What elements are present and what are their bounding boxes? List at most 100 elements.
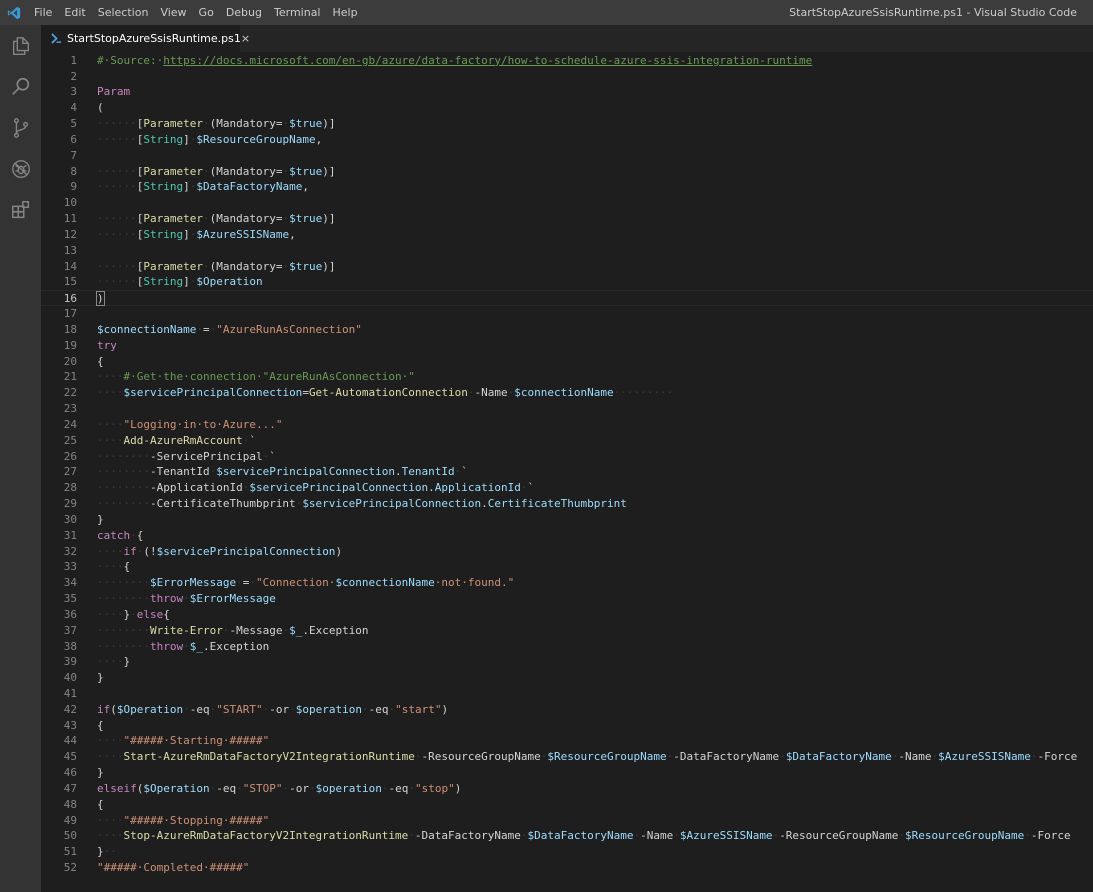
code-line[interactable]: 48 {: [41, 797, 1093, 813]
line-number: 1: [70, 53, 77, 67]
search-icon[interactable]: [0, 66, 41, 107]
menu-go[interactable]: Go: [193, 0, 220, 25]
menu-help[interactable]: Help: [327, 0, 364, 25]
menu-edit[interactable]: Edit: [58, 0, 91, 25]
code-line[interactable]: 34 ········$ErrorMessage·=·"Connection·$c…: [41, 575, 1093, 591]
code-line[interactable]: 25 ····Add-AzureRmAccount·`: [41, 433, 1093, 449]
line-text: ····#·Get·the·connection·"AzureRunAsConn…: [97, 369, 415, 385]
code-line[interactable]: 28 ········-ApplicationId·$servicePrincip…: [41, 480, 1093, 496]
line-number: 39: [63, 655, 77, 669]
code-token: ·········: [613, 386, 674, 400]
code-token: `: [269, 449, 276, 463]
code-token: ·: [414, 750, 422, 764]
code-line[interactable]: 30}: [41, 512, 1093, 528]
code-token: -DataFactoryName: [414, 829, 521, 843]
menu-view[interactable]: View: [154, 0, 192, 25]
code-line[interactable]: 27 ········-TenantId·$servicePrincipalCon…: [41, 464, 1093, 480]
code-line[interactable]: 10: [41, 195, 1093, 211]
code-line[interactable]: 16): [41, 290, 1093, 307]
code-line[interactable]: 15 ······[String]·$Operation: [41, 274, 1093, 290]
menu-selection[interactable]: Selection: [92, 0, 155, 25]
line-text: (: [97, 100, 104, 116]
close-icon[interactable]: ×: [241, 32, 250, 45]
code-line[interactable]: 33 ····{: [41, 559, 1093, 575]
code-line[interactable]: 51}··: [41, 844, 1093, 860]
code-line[interactable]: 22 ····$servicePrincipalConnection=Get-Au…: [41, 385, 1093, 401]
code-line[interactable]: 5 ······[Parameter·(Mandatory=·$true)]: [41, 116, 1093, 132]
code-line[interactable]: 8 ······[Parameter·(Mandatory=·$true)]: [41, 164, 1093, 180]
code-line[interactable]: 11 ······[Parameter·(Mandatory=·$true)]: [41, 211, 1093, 227]
code-token: -eq: [216, 781, 237, 795]
code-line[interactable]: 29 ········-CertificateThumbprint·$servic…: [41, 496, 1093, 512]
code-line[interactable]: 21 ····#·Get·the·connection·"AzureRunAsCo…: [41, 369, 1093, 385]
code-line[interactable]: 23: [41, 401, 1093, 417]
code-line[interactable]: 37 ········Write-Error·-Message·$_.Except…: [41, 623, 1093, 639]
menu-terminal[interactable]: Terminal: [268, 0, 327, 25]
code-token: $true: [289, 259, 323, 273]
code-line[interactable]: 13: [41, 243, 1093, 259]
code-line[interactable]: 43 {: [41, 718, 1093, 734]
code-editor[interactable]: 1 #·Source:·https://docs.microsoft.com/en…: [41, 52, 1093, 892]
code-token: -eq: [388, 781, 409, 795]
tab-startstopazuressisruntime[interactable]: StartStopAzureSsisRuntime.ps1 ×: [41, 25, 250, 52]
code-line[interactable]: 9 ······[String]·$DataFactoryName,: [41, 179, 1093, 195]
code-line[interactable]: 40}: [41, 670, 1093, 686]
code-line[interactable]: 4(: [41, 100, 1093, 116]
code-line[interactable]: 6 ······[String]·$ResourceGroupName,: [41, 132, 1093, 148]
code-line[interactable]: 41: [41, 686, 1093, 702]
code-token: else: [136, 607, 164, 621]
code-line[interactable]: 24 ····"Logging·in·to·Azure...": [41, 417, 1093, 433]
code-line[interactable]: 2: [41, 69, 1093, 85]
code-token: $AzureSSISName: [679, 829, 773, 843]
debug-icon[interactable]: [0, 148, 41, 189]
code-line[interactable]: 45 ····Start-AzureRmDataFactoryV2Integrat…: [41, 749, 1093, 765]
line-number: 36: [63, 607, 77, 621]
code-line[interactable]: 18 $connectionName·=·"AzureRunAsConnectio…: [41, 322, 1093, 338]
code-token: ·: [236, 781, 243, 795]
line-text: ····if·(!$servicePrincipalConnection): [97, 544, 342, 560]
line-number: 22: [63, 386, 77, 400]
code-token: -TenantId: [149, 465, 210, 479]
code-token: ····: [97, 750, 124, 764]
code-line[interactable]: 20 {: [41, 354, 1093, 370]
code-line[interactable]: 39 ····}: [41, 654, 1093, 670]
code-line[interactable]: 49 ····"#####·Stopping·#####": [41, 813, 1093, 829]
extensions-icon[interactable]: [0, 189, 41, 230]
code-line[interactable]: 50 ····Stop-AzureRmDataFactoryV2Integrati…: [41, 828, 1093, 844]
line-number: 40: [63, 671, 77, 685]
line-text: ····}·else{: [97, 607, 170, 623]
code-line[interactable]: 14 ······[Parameter·(Mandatory=·$true)]: [41, 259, 1093, 275]
line-text: ······[String]·$Operation: [97, 274, 263, 290]
code-line[interactable]: 17: [41, 306, 1093, 322]
code-line[interactable]: 44 ····"#####·Starting·#####": [41, 733, 1093, 749]
menu-debug[interactable]: Debug: [220, 0, 268, 25]
code-token: Get-AutomationConnection: [308, 386, 468, 400]
code-line[interactable]: 12 ······[String]·$AzureSSISName,: [41, 227, 1093, 243]
code-line[interactable]: 35 ········throw·$ErrorMessage: [41, 591, 1093, 607]
menu-file[interactable]: File: [28, 0, 58, 25]
code-line[interactable]: 52 "#####·Completed·#####": [41, 860, 1093, 876]
code-line[interactable]: 26 ········-ServicePrincipal·`: [41, 449, 1093, 465]
code-line[interactable]: 38 ········throw·$_.Exception: [41, 639, 1093, 655]
code-line[interactable]: 1 #·Source:·https://docs.microsoft.com/en…: [41, 53, 1093, 69]
code-token: }: [123, 655, 131, 669]
code-token: ·: [202, 164, 210, 178]
code-line[interactable]: 19 try: [41, 338, 1093, 354]
explorer-icon[interactable]: [0, 25, 41, 66]
line-number: 42: [63, 702, 77, 716]
code-token: ······: [97, 259, 137, 273]
code-line[interactable]: 42 if($Operation·-eq·"START"·-or·$operati…: [41, 702, 1093, 718]
code-line[interactable]: 46}: [41, 765, 1093, 781]
code-line[interactable]: 31 catch·{: [41, 528, 1093, 544]
code-line[interactable]: 3 Param: [41, 84, 1093, 100]
line-number: 51: [63, 845, 77, 859]
code-token: .: [428, 481, 435, 495]
code-line[interactable]: 32 ····if·(!$servicePrincipalConnection): [41, 544, 1093, 560]
code-line[interactable]: 47 elseif($Operation·-eq·"STOP"·-or·$oper…: [41, 781, 1093, 797]
line-number: 7: [70, 148, 77, 162]
code-line[interactable]: 7: [41, 148, 1093, 164]
line-number: 27: [63, 465, 77, 479]
code-line[interactable]: 36 ····}·else{: [41, 607, 1093, 623]
source-control-icon[interactable]: [0, 107, 41, 148]
code-token: ······: [97, 132, 137, 146]
